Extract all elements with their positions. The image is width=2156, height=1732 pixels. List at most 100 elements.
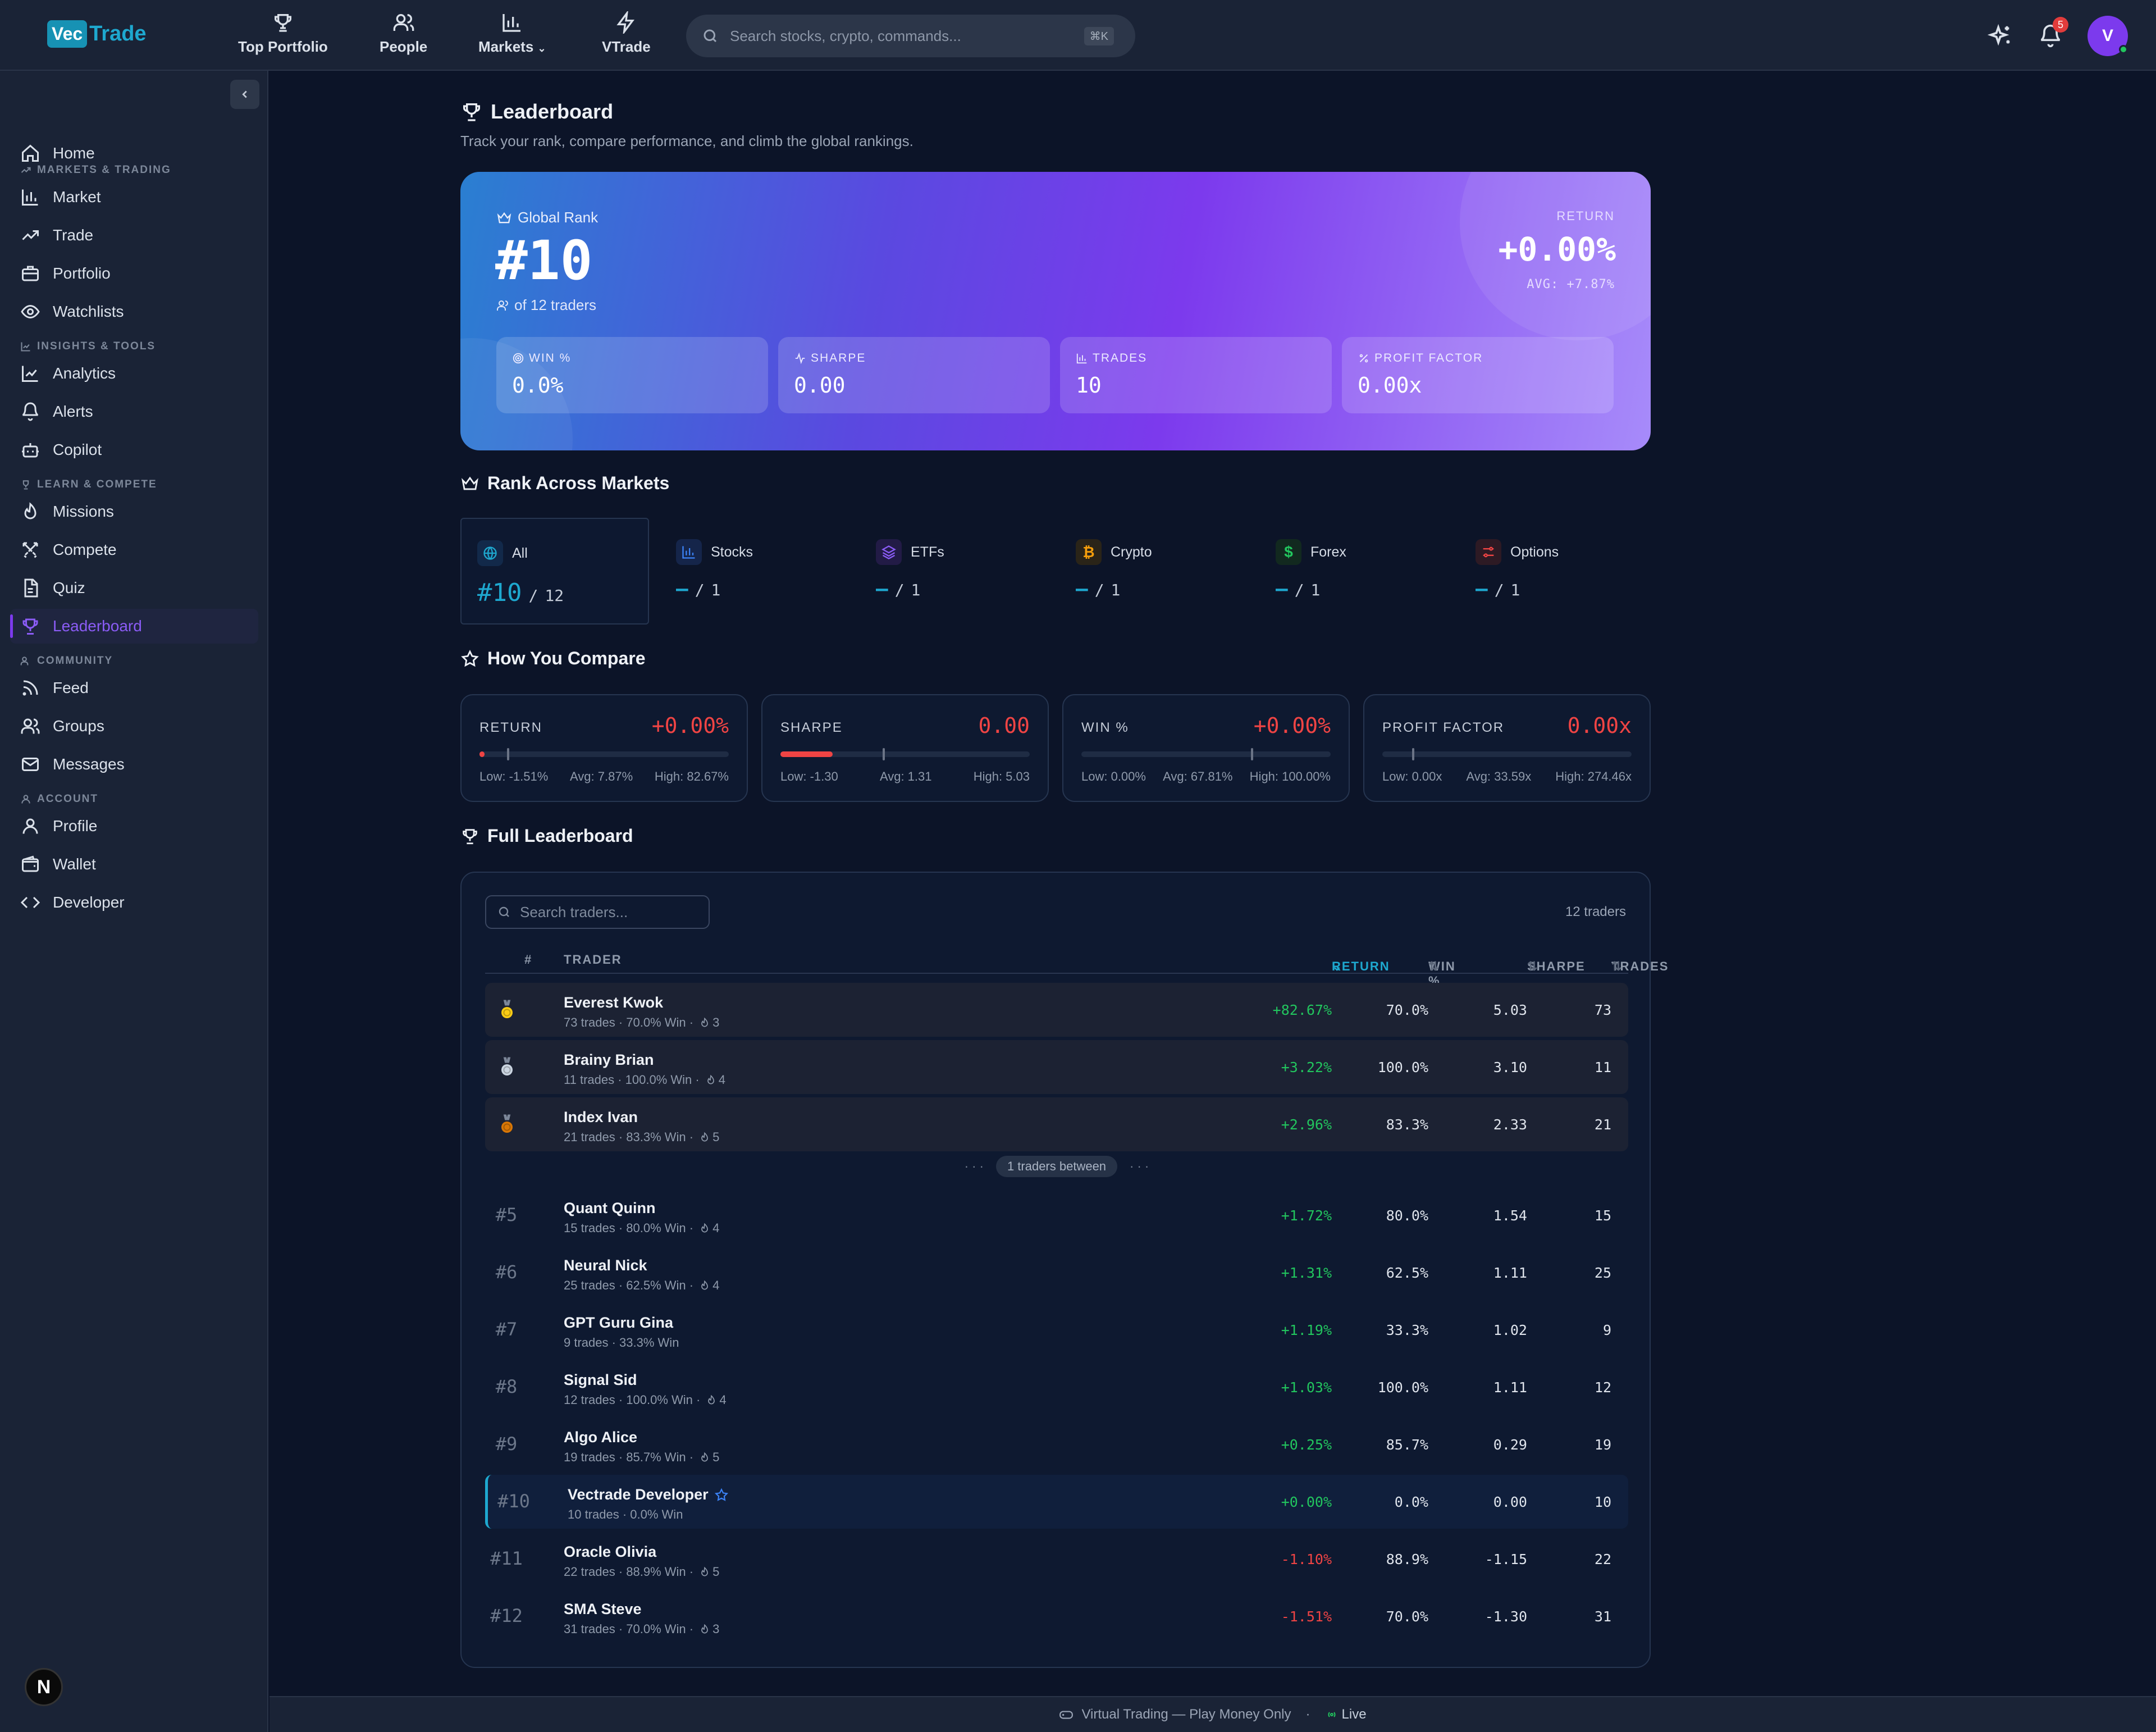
table-row[interactable]: #8 Signal Sid 12 trades · 100.0% Win · 4 +1.…	[485, 1360, 1628, 1414]
table-row[interactable]: #7 GPT Guru Gina 9 trades · 33.3% Win +1.19…	[485, 1303, 1628, 1357]
table-row-current-user[interactable]: #10 Vectrade Developer 10 trades · 0.0% Wi…	[485, 1475, 1628, 1529]
sidebar-item-compete[interactable]: Compete	[10, 532, 258, 567]
return-value: +0.00%	[1498, 230, 1616, 268]
trader-name[interactable]: Oracle Olivia	[564, 1543, 656, 1561]
market-tab-forex[interactable]: $ Forex —/1	[1260, 518, 1449, 625]
return-cell: +3.22%	[1281, 1059, 1332, 1075]
avatar[interactable]: V	[2088, 16, 2128, 56]
sidebar-item-market[interactable]: Market	[10, 180, 258, 215]
sidebar-item-watchlists[interactable]: Watchlists	[10, 294, 258, 329]
trader-meta: 25 trades · 62.5% Win · 4	[564, 1278, 720, 1292]
rss-icon	[22, 680, 38, 696]
layers-icon	[881, 545, 896, 560]
nav-people[interactable]: People	[380, 11, 427, 56]
market-tab-crypto[interactable]: ₿ Crypto —/1	[1060, 518, 1249, 625]
compare-card-return: RETURN +0.00% Low: -1.51% Avg: 7.87% High: 8…	[460, 694, 748, 802]
collapse-sidebar-button[interactable]	[230, 80, 259, 109]
sidebar-item-profile[interactable]: Profile	[10, 809, 258, 844]
nav-markets[interactable]: Markets ⌄	[478, 11, 546, 56]
sidebar-item-missions[interactable]: Missions	[10, 494, 258, 529]
trader-name[interactable]: Brainy Brian	[564, 1051, 654, 1069]
sidebar-item-quiz[interactable]: Quiz	[10, 571, 258, 605]
briefcase-icon	[22, 266, 39, 281]
trending-up-icon	[22, 230, 39, 240]
trader-name[interactable]: GPT Guru Gina	[564, 1314, 673, 1332]
trader-name[interactable]: Quant Quinn	[564, 1200, 655, 1217]
trader-name[interactable]: Neural Nick	[564, 1257, 647, 1274]
sidebar-item-portfolio[interactable]: Portfolio	[10, 256, 258, 291]
sidebar-item-developer[interactable]: Developer	[10, 885, 258, 920]
live-indicator: Live	[1325, 1707, 1367, 1722]
win-cell: 85.7%	[1386, 1437, 1428, 1453]
sidebar-item-alerts[interactable]: Alerts	[10, 394, 258, 429]
table-row[interactable]: #12 SMA Steve 31 trades · 70.0% Win · 3 -1.5…	[485, 1589, 1628, 1643]
traders-between-pill[interactable]: 1 traders between	[995, 1156, 1118, 1177]
market-tab-all[interactable]: All #10/12	[460, 518, 649, 625]
compare-high: High: 100.00%	[1249, 769, 1331, 783]
notifications-button[interactable]: 5	[2038, 17, 2068, 48]
sidebar-item-analytics[interactable]: Analytics	[10, 356, 258, 391]
sidebar-item-trade[interactable]: Trade	[10, 218, 258, 253]
return-cell: +2.96%	[1281, 1116, 1332, 1133]
trader-name[interactable]: Everest Kwok	[564, 994, 663, 1011]
globe-icon	[483, 546, 497, 560]
sharpe-cell: 1.02	[1493, 1322, 1527, 1338]
sidebar-item-leaderboard[interactable]: Leaderboard	[10, 609, 258, 644]
trader-name[interactable]: Vectrade Developer	[568, 1486, 709, 1503]
trader-name[interactable]: SMA Steve	[564, 1601, 642, 1618]
search-icon	[499, 906, 509, 917]
sidebar-item-wallet[interactable]: Wallet	[10, 847, 258, 882]
streak-count: 5	[712, 1130, 720, 1144]
sidebar-item-copilot[interactable]: Copilot	[10, 432, 258, 467]
nav-vtrade[interactable]: VTrade	[602, 11, 651, 56]
wallet-icon	[22, 855, 39, 872]
trader-name[interactable]: Index Ivan	[564, 1109, 638, 1126]
table-row[interactable]: Everest Kwok 73 trades · 70.0% Win · 3 +82.…	[485, 983, 1628, 1037]
chevron-left-icon	[242, 90, 247, 98]
trades-cell: 15	[1594, 1207, 1611, 1224]
market-tab-options[interactable]: Options —/1	[1460, 518, 1648, 625]
flame-icon	[701, 1566, 708, 1576]
table-row[interactable]: #9 Algo Alice 19 trades · 85.7% Win · 5 +0.2…	[485, 1417, 1628, 1471]
compare-avg: Avg: 7.87%	[570, 769, 633, 783]
sidebar-item-feed[interactable]: Feed	[10, 671, 258, 705]
line-chart-icon	[21, 342, 30, 352]
trader-meta: 15 trades · 80.0% Win · 4	[564, 1221, 720, 1235]
global-rank-label: Global Rank	[496, 209, 598, 226]
global-search[interactable]: Search stocks, crypto, commands... ⌘K	[686, 15, 1135, 57]
bar-chart-icon	[22, 189, 38, 206]
trader-meta: 12 trades · 100.0% Win · 4	[564, 1393, 727, 1407]
compare-label: SHARPE	[780, 720, 843, 735]
sparkles-icon[interactable]	[1988, 23, 2013, 49]
user-icon	[22, 818, 38, 834]
streak-count: 4	[712, 1221, 720, 1235]
sharpe-cell: 3.10	[1493, 1059, 1527, 1075]
streak-count: 4	[712, 1278, 720, 1292]
footer: Virtual Trading — Play Money Only · Live	[270, 1696, 2156, 1732]
col-trader: TRADER	[564, 952, 622, 967]
home-icon	[22, 144, 39, 162]
logo[interactable]: Vec Trade	[47, 20, 147, 48]
sidebar-item-groups[interactable]: Groups	[10, 709, 258, 744]
sidebar-item-messages[interactable]: Messages	[10, 747, 258, 782]
compare-bar	[1081, 748, 1331, 760]
flame-icon	[707, 1074, 714, 1084]
sharpe-cell: -1.30	[1484, 1608, 1527, 1625]
market-tab-etfs[interactable]: ETFs —/1	[860, 518, 1049, 625]
table-row[interactable]: #5 Quant Quinn 15 trades · 80.0% Win · 4 +1.…	[485, 1188, 1628, 1242]
market-tab-stocks[interactable]: Stocks —/1	[660, 518, 849, 625]
trades-cell: 10	[1594, 1494, 1611, 1510]
trader-search-input[interactable]: Search traders...	[485, 895, 710, 929]
table-row[interactable]: #6 Neural Nick 25 trades · 62.5% Win · 4 +1.…	[485, 1246, 1628, 1300]
table-row[interactable]: Index Ivan 21 trades · 83.3% Win · 5 +2.96%…	[485, 1097, 1628, 1151]
table-row[interactable]: Brainy Brian 11 trades · 100.0% Win · 4 +3.…	[485, 1040, 1628, 1094]
table-row[interactable]: #11 Oracle Olivia 22 trades · 88.9% Win · 5…	[485, 1532, 1628, 1586]
sliders-icon	[1483, 546, 1494, 558]
trader-name[interactable]: Algo Alice	[564, 1429, 637, 1446]
nav-top-portfolio[interactable]: Top Portfolio	[238, 11, 328, 56]
medal-gold-icon	[501, 1000, 513, 1018]
trader-meta: 21 trades · 83.3% Win · 5	[564, 1130, 720, 1144]
trader-name[interactable]: Signal Sid	[564, 1371, 637, 1389]
next-dev-badge[interactable]: N	[25, 1668, 63, 1706]
return-cell: +82.67%	[1272, 1002, 1332, 1018]
